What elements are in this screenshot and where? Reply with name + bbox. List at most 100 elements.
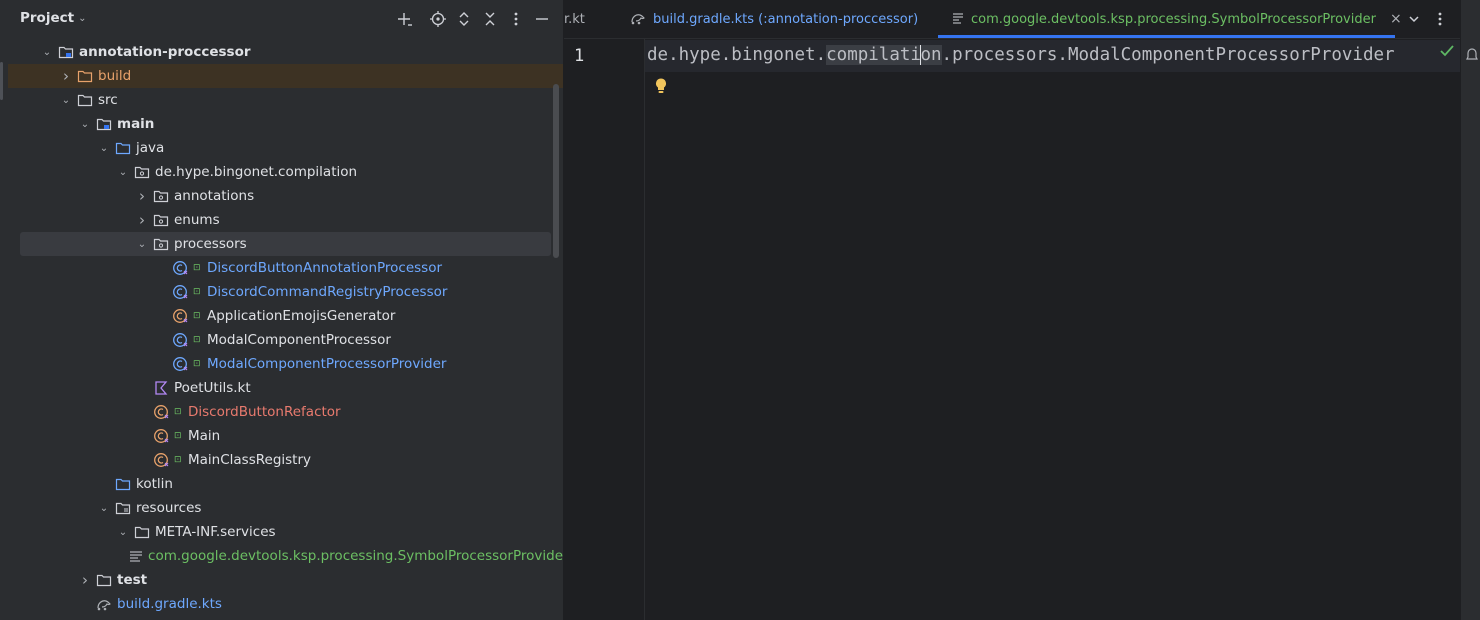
- project-scrollbar[interactable]: [553, 84, 559, 258]
- more-vertical-icon: [1438, 12, 1442, 26]
- package-icon: [153, 188, 169, 204]
- chevron-down-icon[interactable]: ⌄: [135, 239, 149, 250]
- tree-item-annotation-proccessor[interactable]: ⌄ annotation-proccessor: [8, 40, 563, 64]
- chevron-right-icon[interactable]: ›: [59, 67, 73, 85]
- tree-item-test[interactable]: › test: [8, 568, 563, 592]
- tree-item-applicationemojisgenerator[interactable]: ⊡ ApplicationEmojisGenerator: [8, 304, 563, 328]
- tree-item-label: enums: [174, 212, 220, 228]
- code-text-after: .processors.ModalComponentProcessorProvi…: [941, 45, 1395, 65]
- chevron-down-icon[interactable]: ⌄: [78, 119, 92, 130]
- tree-item-label: DiscordCommandRegistryProcessor: [207, 284, 448, 300]
- tree-item-meta-inf-services[interactable]: ⌄ META-INF.services: [8, 520, 563, 544]
- project-panel-header: Project ⌄: [8, 0, 563, 38]
- tree-item-label: test: [117, 572, 148, 588]
- visibility-icon: ⊡: [193, 311, 201, 321]
- tree-item-annotations[interactable]: › annotations: [8, 184, 563, 208]
- chevron-right-icon[interactable]: ›: [135, 211, 149, 229]
- visibility-icon: ⊡: [193, 335, 201, 345]
- tree-item-label: de.hype.bingonet.compilation: [155, 164, 358, 180]
- collapse-all-icon[interactable]: [480, 9, 500, 29]
- chevron-down-icon: [1409, 16, 1419, 23]
- project-title: Project: [20, 10, 75, 26]
- tab-build-gradle[interactable]: build.gradle.kts (:annotation-proccessor…: [630, 0, 918, 38]
- tree-item-label: META-INF.services: [155, 524, 276, 540]
- tool-strip-indicator: [0, 62, 3, 100]
- tree-item-label: processors: [174, 236, 247, 252]
- gradle-icon: [96, 596, 112, 612]
- tree-item-main[interactable]: ⌄ main: [8, 112, 563, 136]
- tree-item-processors[interactable]: ⌄ processors: [20, 232, 551, 256]
- locate-file-icon[interactable]: [428, 9, 448, 29]
- tab-r-kt[interactable]: r.kt: [564, 0, 585, 38]
- folder-icon: [134, 524, 150, 540]
- source-folder-icon: [115, 476, 131, 492]
- code-text-before: de.hype.bingonet.: [647, 45, 827, 65]
- options-menu-icon[interactable]: [506, 9, 526, 29]
- chevron-down-icon[interactable]: ⌄: [97, 503, 111, 514]
- tree-item-resources[interactable]: ⌄ resources: [8, 496, 563, 520]
- gradle-icon: [630, 11, 646, 28]
- visibility-icon: ⊡: [193, 263, 201, 273]
- tree-item-src[interactable]: ⌄ src: [8, 88, 563, 112]
- tree-item-modalcomponentprocessorprovider[interactable]: ⊡ ModalComponentProcessorProvider: [8, 352, 563, 376]
- tree-item-label: com.google.devtools.ksp.processing.Symbo…: [148, 548, 563, 564]
- no-problems-checkmark-icon[interactable]: [1440, 45, 1458, 65]
- chevron-right-icon[interactable]: ›: [135, 187, 149, 205]
- kotlin-object-icon: [172, 308, 188, 324]
- text-file-icon: [129, 548, 143, 564]
- tab-list-dropdown[interactable]: [1408, 0, 1420, 38]
- tree-item-build-gradle-kts[interactable]: build.gradle.kts: [8, 592, 563, 616]
- visibility-icon: ⊡: [174, 455, 182, 465]
- chevron-down-icon[interactable]: ⌄: [97, 143, 111, 154]
- chevron-down-icon[interactable]: ⌄: [116, 167, 130, 178]
- source-folder-icon: [115, 140, 131, 156]
- notifications-icon[interactable]: [1465, 48, 1479, 62]
- kotlin-object-icon: [153, 428, 169, 444]
- tree-item-mainclassregistry[interactable]: ⊡ MainClassRegistry: [8, 448, 563, 472]
- tree-item-main[interactable]: ⊡ Main: [8, 424, 563, 448]
- tree-item-label: java: [136, 140, 165, 156]
- tree-item-com-google-devtools-ksp-processing-symbolprocessorprovide[interactable]: com.google.devtools.ksp.processing.Symbo…: [8, 544, 563, 568]
- kotlin-file-icon: [153, 380, 169, 396]
- folder-icon: [96, 572, 112, 588]
- tree-item-java[interactable]: ⌄ java: [8, 136, 563, 160]
- tree-item-build[interactable]: › build: [8, 64, 563, 88]
- chevron-down-icon[interactable]: ⌄: [59, 95, 73, 106]
- text-file-icon: [952, 12, 964, 27]
- chevron-right-icon[interactable]: ›: [78, 571, 92, 589]
- tree-item-label: build: [98, 68, 132, 84]
- module-folder-icon: [58, 44, 74, 60]
- chevron-down-icon[interactable]: ⌄: [116, 527, 130, 538]
- tree-item-discordbuttonrefactor[interactable]: ⊡ DiscordButtonRefactor: [8, 400, 563, 424]
- resources-folder-icon: [115, 500, 131, 516]
- tree-item-discordcommandregistryprocessor[interactable]: ⊡ DiscordCommandRegistryProcessor: [8, 280, 563, 304]
- tree-item-poetutils-kt[interactable]: PoetUtils.kt: [8, 376, 563, 400]
- visibility-icon: ⊡: [193, 359, 201, 369]
- chevron-down-icon[interactable]: ⌄: [40, 47, 54, 58]
- tree-item-kotlin[interactable]: kotlin: [8, 472, 563, 496]
- close-tab-icon[interactable]: ×: [1390, 11, 1402, 27]
- kotlin-class-icon: [172, 260, 188, 276]
- kotlin-class-icon: [172, 332, 188, 348]
- tree-item-enums[interactable]: › enums: [8, 208, 563, 232]
- editor-tab-bar: r.kt build.gradle.kts (:annotation-procc…: [564, 0, 1460, 39]
- lightbulb-icon[interactable]: [653, 77, 669, 95]
- tree-item-discordbuttonannotationprocessor[interactable]: ⊡ DiscordButtonAnnotationProcessor: [8, 256, 563, 280]
- new-file-icon[interactable]: [395, 9, 415, 29]
- active-tab-indicator: [938, 35, 1395, 38]
- tree-item-de-hype-bingonet-compilation[interactable]: ⌄ de.hype.bingonet.compilation: [8, 160, 563, 184]
- tree-item-label: ModalComponentProcessorProvider: [207, 356, 447, 372]
- hide-panel-icon[interactable]: [532, 9, 552, 29]
- tab-label: r.kt: [564, 11, 585, 27]
- tree-item-label: DiscordButtonRefactor: [188, 404, 341, 420]
- tab-symbol-processor-provider[interactable]: com.google.devtools.ksp.processing.Symbo…: [952, 0, 1402, 38]
- expand-all-icon[interactable]: [454, 9, 474, 29]
- kotlin-class-icon: [172, 356, 188, 372]
- code-line[interactable]: de.hype.bingonet.compilation.processors.…: [647, 45, 1395, 65]
- package-icon: [134, 164, 150, 180]
- project-view-selector[interactable]: Project ⌄: [20, 10, 86, 26]
- folder-icon: [77, 92, 93, 108]
- tree-item-modalcomponentprocessor[interactable]: ⊡ ModalComponentProcessor: [8, 328, 563, 352]
- visibility-icon: ⊡: [174, 431, 182, 441]
- tab-options-button[interactable]: [1438, 0, 1442, 38]
